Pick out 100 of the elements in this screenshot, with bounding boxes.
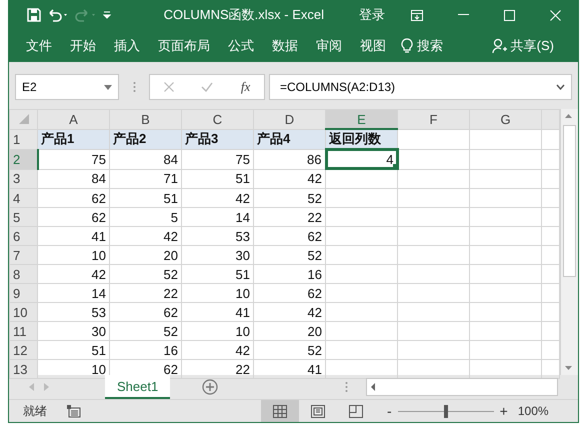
table-cell[interactable]: 10 (182, 284, 254, 302)
zoom-in-button[interactable]: + (496, 403, 512, 419)
vertical-scrollbar[interactable] (560, 109, 578, 375)
table-cell[interactable]: 产品3 (182, 129, 254, 149)
table-cell[interactable]: 42 (38, 264, 110, 284)
table-cell[interactable]: 52 (110, 264, 182, 284)
table-cell[interactable]: 产品2 (110, 129, 182, 149)
add-sheet-icon[interactable] (202, 379, 218, 395)
table-cell[interactable]: 62 (254, 226, 326, 246)
sign-in-link[interactable]: 登录 (350, 6, 394, 24)
table-cell[interactable]: 53 (182, 226, 254, 246)
row-header[interactable]: 3 (10, 169, 38, 188)
check-icon[interactable] (201, 82, 214, 92)
column-header[interactable]: G (470, 110, 542, 129)
table-cell[interactable]: 10 (38, 246, 110, 264)
table-cell[interactable]: 22 (254, 208, 326, 226)
fill-handle[interactable] (392, 164, 398, 169)
formula-field[interactable]: =COLUMNS(A2:D13) (269, 74, 572, 100)
table-cell[interactable]: 84 (38, 169, 110, 188)
table-cell[interactable]: 62 (110, 302, 182, 322)
table-cell[interactable]: 20 (110, 246, 182, 264)
ribbon-tab[interactable]: 数据 (263, 36, 307, 55)
row-header[interactable]: 13 (10, 360, 38, 378)
row-header[interactable]: 6 (10, 226, 38, 246)
column-header[interactable]: A (38, 110, 110, 129)
row-header[interactable]: 5 (10, 208, 38, 226)
zoom-slider-thumb[interactable] (444, 404, 448, 418)
ribbon-tab[interactable]: 视图 (351, 36, 395, 55)
table-cell[interactable]: 41 (182, 302, 254, 322)
share-button[interactable]: 共享(S) (486, 36, 560, 56)
table-cell[interactable]: 52 (254, 340, 326, 360)
sheet-tab[interactable]: Sheet1 (105, 375, 170, 399)
column-header[interactable]: E (326, 110, 398, 129)
undo-icon[interactable] (47, 8, 69, 22)
row-header[interactable]: 2 (10, 149, 38, 169)
row-header[interactable]: 9 (10, 284, 38, 302)
table-cell[interactable]: 51 (110, 188, 182, 208)
table-cell[interactable]: 52 (254, 188, 326, 208)
table-cell[interactable]: 52 (110, 322, 182, 340)
table-cell[interactable]: 53 (38, 302, 110, 322)
row-header[interactable]: 8 (10, 264, 38, 284)
customize-icon[interactable] (103, 10, 111, 20)
table-cell[interactable]: 62 (254, 284, 326, 302)
row-header[interactable]: 7 (10, 246, 38, 264)
table-cell[interactable]: 22 (110, 284, 182, 302)
table-cell[interactable]: 22 (182, 360, 254, 378)
ribbon-tab[interactable]: 文件 (17, 36, 61, 55)
column-header[interactable]: B (110, 110, 182, 129)
table-cell[interactable]: 16 (254, 264, 326, 284)
row-header[interactable]: 12 (10, 340, 38, 360)
name-box[interactable]: E2 (15, 74, 119, 100)
ribbon-tab[interactable]: 页面布局 (149, 36, 219, 55)
table-cell[interactable]: 52 (254, 246, 326, 264)
scroll-thumb[interactable] (563, 125, 576, 277)
table-cell[interactable]: 14 (182, 208, 254, 226)
table-cell[interactable]: 5 (110, 208, 182, 226)
table-cell[interactable]: 4 (326, 149, 398, 169)
table-cell[interactable]: 14 (38, 284, 110, 302)
table-cell[interactable]: 51 (38, 340, 110, 360)
table-cell[interactable]: 41 (254, 360, 326, 378)
table-cell[interactable]: 42 (254, 302, 326, 322)
table-cell[interactable]: 42 (254, 169, 326, 188)
horizontal-scrollbar[interactable] (366, 378, 558, 396)
table-cell[interactable]: 75 (182, 149, 254, 169)
ribbon-tab[interactable]: 插入 (105, 36, 149, 55)
table-cell[interactable]: 16 (110, 340, 182, 360)
column-header[interactable]: F (398, 110, 470, 129)
row-header[interactable]: 4 (10, 188, 38, 208)
column-header[interactable]: C (182, 110, 254, 129)
table-cell[interactable]: 75 (38, 149, 110, 169)
table-cell[interactable]: 42 (182, 340, 254, 360)
table-cell[interactable]: 产品1 (38, 129, 110, 149)
table-cell[interactable]: 30 (182, 246, 254, 264)
table-cell[interactable]: 30 (38, 322, 110, 340)
table-cell[interactable]: 42 (182, 188, 254, 208)
ribbon-tab[interactable]: 开始 (61, 36, 105, 55)
column-header[interactable]: D (254, 110, 326, 129)
insert-function-button[interactable]: fx (240, 79, 250, 96)
macro-record-icon[interactable] (67, 404, 81, 418)
ribbon-tab[interactable]: 公式 (219, 36, 263, 55)
table-cell[interactable]: 51 (182, 169, 254, 188)
table-cell[interactable]: 62 (38, 208, 110, 226)
zoom-out-button[interactable]: - (383, 403, 396, 419)
zoom-level[interactable]: 100% (518, 404, 549, 418)
save-icon[interactable] (27, 8, 41, 22)
table-cell[interactable]: 42 (110, 226, 182, 246)
table-cell[interactable]: 产品4 (254, 129, 326, 149)
row-header[interactable]: 10 (10, 302, 38, 322)
table-cell[interactable]: 10 (182, 322, 254, 340)
table-cell[interactable]: 20 (254, 322, 326, 340)
table-cell[interactable]: 62 (38, 188, 110, 208)
table-cell[interactable]: 51 (182, 264, 254, 284)
row-header[interactable]: 1 (10, 129, 38, 149)
table-cell[interactable]: 84 (110, 149, 182, 169)
normal-view-button[interactable] (261, 400, 299, 422)
ribbon-tab[interactable]: 审阅 (307, 36, 351, 55)
table-cell[interactable]: 41 (38, 226, 110, 246)
table-cell[interactable]: 71 (110, 169, 182, 188)
expand-caret-icon[interactable] (556, 84, 565, 90)
search-button[interactable]: 搜索 (395, 36, 449, 55)
